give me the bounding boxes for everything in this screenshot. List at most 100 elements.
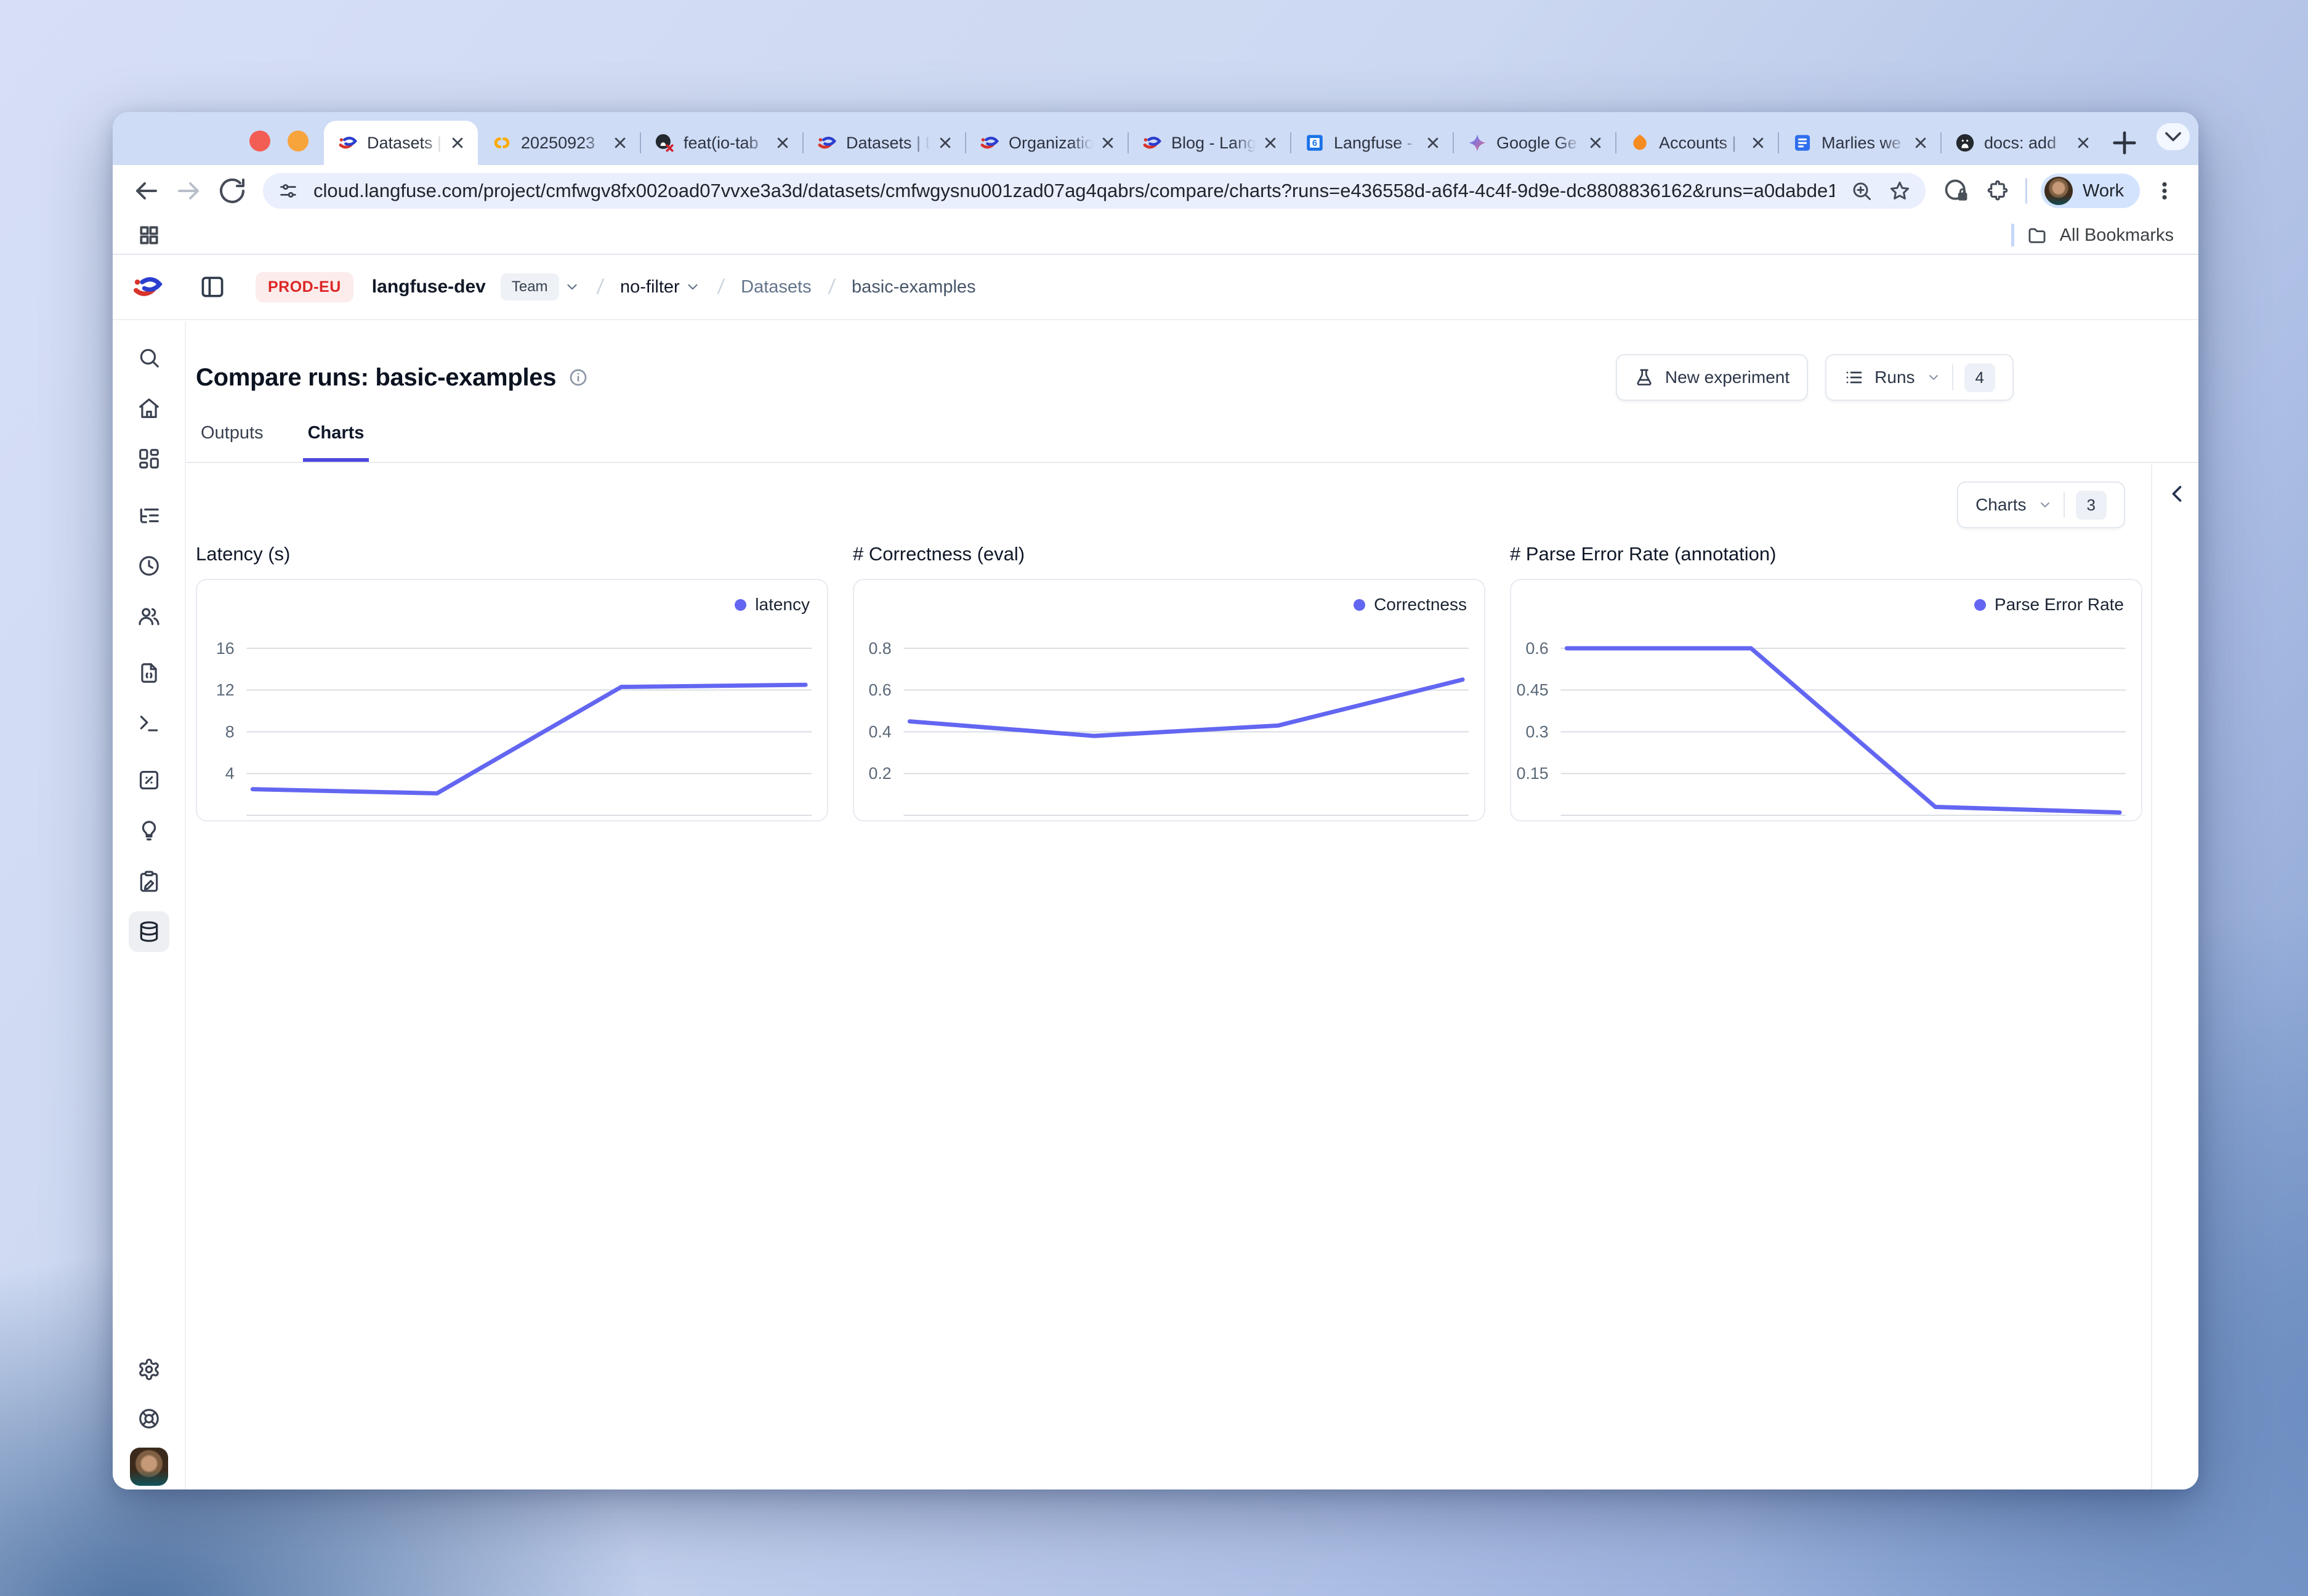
gear-icon <box>137 1358 161 1381</box>
square-percent-icon <box>137 768 161 792</box>
close-tab-icon[interactable] <box>1911 134 1930 152</box>
sidebar-item-tracing[interactable] <box>129 495 169 536</box>
address-bar[interactable]: cloud.langfuse.com/project/cmfwgv8fx002o… <box>263 173 1926 209</box>
close-tab-icon[interactable] <box>936 134 954 152</box>
browser-tab-8[interactable]: Google Ge <box>1453 121 1616 165</box>
langfuse-logo[interactable] <box>131 270 164 304</box>
sidebar-item-scores[interactable] <box>129 760 169 800</box>
sidebar-item-playground[interactable] <box>129 703 169 744</box>
chart-card[interactable]: 0.150.30.450.6Parse Error Rate <box>1510 579 2142 821</box>
sidebar-item-evaluators[interactable] <box>129 810 169 851</box>
chart-legend: Correctness <box>1354 595 1467 615</box>
breadcrumb-slash: / <box>827 275 836 299</box>
sidebar-item-support[interactable] <box>129 1398 169 1439</box>
back-button[interactable] <box>131 176 161 206</box>
gemini-favicon <box>1467 132 1488 153</box>
tab-outputs[interactable]: Outputs <box>196 423 268 462</box>
close-tab-icon[interactable] <box>1261 134 1280 152</box>
forward-button[interactable] <box>174 176 204 206</box>
collapse-panel-button[interactable] <box>2163 480 2190 507</box>
sidebar-item-sessions[interactable] <box>129 546 169 586</box>
sidebar-item-users[interactable] <box>129 596 169 637</box>
tab-search-button[interactable] <box>2157 123 2190 150</box>
chart-card[interactable]: 0.20.40.60.8Correctness <box>853 579 1485 821</box>
page-zoom-icon[interactable] <box>1850 180 1873 202</box>
privacy-badge-icon[interactable] <box>1943 177 1970 204</box>
chart-card[interactable]: 481216latency <box>196 579 828 821</box>
browser-menu-icon[interactable] <box>2153 180 2176 202</box>
langfuse-favicon <box>979 132 1000 153</box>
users-icon <box>137 605 161 628</box>
app-sidebar <box>113 321 186 1489</box>
svg-text:0.6: 0.6 <box>868 681 891 699</box>
sidebar-item-search[interactable] <box>129 337 169 378</box>
breadcrumb-datasets-link[interactable]: Datasets <box>741 277 811 297</box>
new-experiment-label: New experiment <box>1665 368 1790 387</box>
tab-title: feat(io-tab <box>684 134 770 153</box>
legend-label: Correctness <box>1374 595 1467 615</box>
charts-count-badge: 3 <box>2076 491 2107 520</box>
close-tab-icon[interactable] <box>1099 134 1117 152</box>
lightbulb-icon <box>137 819 161 842</box>
chart-section-1: Latency (s)481216latency <box>196 543 828 821</box>
browser-profile-button[interactable]: Work <box>2041 174 2140 208</box>
minimize-window-button[interactable] <box>288 131 309 151</box>
breadcrumb-current-dataset[interactable]: basic-examples <box>852 277 975 297</box>
tabs-container: Datasets | L20250923feat(io-tabDatasets … <box>324 112 2104 165</box>
chart-legend: latency <box>735 595 810 615</box>
main-content: Compare runs: basic-examples New experim… <box>186 321 2198 1489</box>
browser-tab-6[interactable]: Blog - Lang <box>1128 121 1291 165</box>
browser-tab-7[interactable]: 6Langfuse - <box>1291 121 1453 165</box>
close-tab-icon[interactable] <box>611 134 629 152</box>
user-avatar[interactable] <box>130 1448 168 1486</box>
sidebar-item-dashboards[interactable] <box>129 438 169 479</box>
svg-text:12: 12 <box>216 681 235 699</box>
tab-title: Google Ge <box>1496 134 1583 153</box>
all-bookmarks-button[interactable]: All Bookmarks <box>2011 224 2174 247</box>
runs-label: Runs <box>1874 368 1915 387</box>
terminal-icon <box>137 712 161 735</box>
close-tab-icon[interactable] <box>1749 134 1767 152</box>
runs-selector-button[interactable]: Runs 4 <box>1825 354 2014 401</box>
apps-grid-icon[interactable] <box>137 224 161 247</box>
charts-selector-button[interactable]: Charts 3 <box>1957 482 2125 528</box>
browser-tab-10[interactable]: Marlies we <box>1778 121 1941 165</box>
sidebar-item-home[interactable] <box>129 388 169 429</box>
site-settings-icon[interactable] <box>278 180 299 201</box>
close-tab-icon[interactable] <box>1424 134 1442 152</box>
close-tab-icon[interactable] <box>1586 134 1605 152</box>
svg-text:8: 8 <box>225 722 235 741</box>
browser-tab-5[interactable]: Organizatio <box>966 121 1128 165</box>
new-experiment-button[interactable]: New experiment <box>1616 354 1808 401</box>
browser-tab-3[interactable]: feat(io-tab <box>640 121 803 165</box>
tab-charts[interactable]: Charts <box>303 423 369 462</box>
langfuse-favicon <box>817 132 837 153</box>
project-switcher-chevron-icon[interactable] <box>685 279 701 295</box>
browser-tab-11[interactable]: docs: add <box>1941 121 2104 165</box>
close-tab-icon[interactable] <box>2074 134 2092 152</box>
database-icon <box>137 920 161 943</box>
browser-tab-4[interactable]: Datasets | L <box>803 121 966 165</box>
sidebar-item-prompts[interactable] <box>129 653 169 693</box>
close-tab-icon[interactable] <box>448 134 467 152</box>
sidebar-item-settings[interactable] <box>129 1349 169 1390</box>
browser-tab-9[interactable]: Accounts | <box>1616 121 1778 165</box>
close-tab-icon[interactable] <box>773 134 792 152</box>
bookmark-star-icon[interactable] <box>1889 180 1911 202</box>
chart-title: # Correctness (eval) <box>853 543 1485 568</box>
sidebar-item-datasets[interactable] <box>129 911 169 952</box>
org-name[interactable]: langfuse-dev <box>372 276 486 297</box>
org-switcher-chevron-icon[interactable] <box>564 279 580 295</box>
reload-button[interactable] <box>217 176 247 206</box>
extensions-icon[interactable] <box>1986 179 2009 203</box>
info-icon[interactable] <box>568 368 588 387</box>
sidebar-item-annotation-queues[interactable] <box>129 861 169 901</box>
browser-tab-1[interactable]: Datasets | L <box>324 121 478 165</box>
browser-tab-strip: Datasets | L20250923feat(io-tabDatasets … <box>113 112 2198 165</box>
new-tab-button[interactable] <box>2107 126 2142 160</box>
sidebar-toggle-icon[interactable] <box>199 273 226 300</box>
project-name[interactable]: no-filter <box>620 277 680 297</box>
close-window-button[interactable] <box>249 131 270 151</box>
dashboard-icon <box>137 447 161 470</box>
browser-tab-2[interactable]: 20250923 <box>478 121 640 165</box>
